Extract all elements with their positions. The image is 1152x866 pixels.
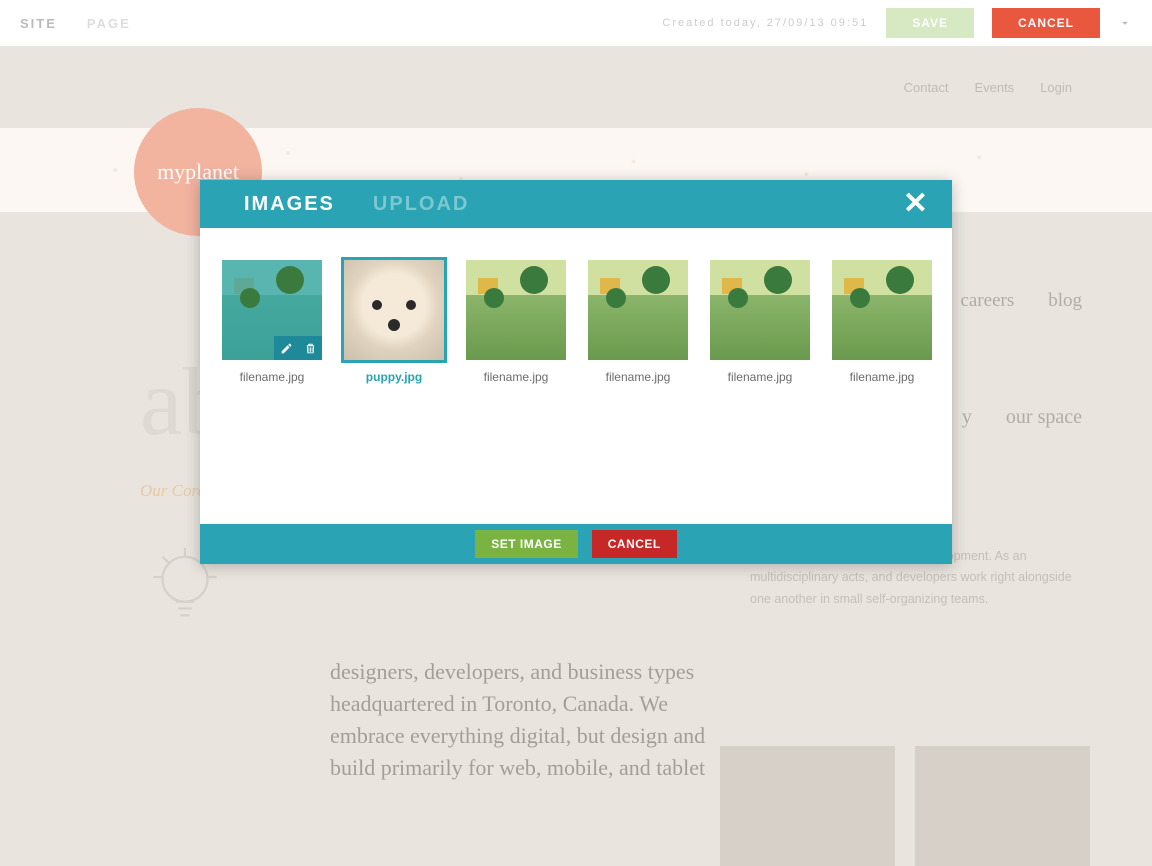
image-thumb[interactable]: filename.jpg: [222, 260, 322, 384]
image-thumb[interactable]: filename.jpg: [832, 260, 932, 384]
thumb-filename: filename.jpg: [484, 370, 549, 384]
image-picker-modal: IMAGES UPLOAD ✕ filename.jpg puppy.jpg: [200, 180, 952, 564]
edit-icon[interactable]: [274, 336, 298, 360]
tab-images[interactable]: IMAGES: [244, 193, 335, 216]
set-image-button[interactable]: SET IMAGE: [475, 530, 578, 558]
modal-cancel-button[interactable]: CANCEL: [592, 530, 677, 558]
thumb-filename: filename.jpg: [240, 370, 305, 384]
image-thumb[interactable]: filename.jpg: [710, 260, 810, 384]
modal-footer: SET IMAGE CANCEL: [200, 524, 952, 564]
image-thumb[interactable]: puppy.jpg: [344, 260, 444, 384]
thumbnail-grid: filename.jpg puppy.jpg filename.jpg file…: [200, 228, 952, 524]
modal-overlay: IMAGES UPLOAD ✕ filename.jpg puppy.jpg: [0, 0, 1152, 800]
image-thumb[interactable]: filename.jpg: [588, 260, 688, 384]
thumb-filename: puppy.jpg: [366, 370, 422, 384]
image-thumb[interactable]: filename.jpg: [466, 260, 566, 384]
trash-icon[interactable]: [298, 336, 322, 360]
modal-header: IMAGES UPLOAD ✕: [200, 180, 952, 228]
close-icon[interactable]: ✕: [903, 194, 928, 214]
thumb-filename: filename.jpg: [606, 370, 671, 384]
thumb-filename: filename.jpg: [728, 370, 793, 384]
thumb-filename: filename.jpg: [850, 370, 915, 384]
tab-upload[interactable]: UPLOAD: [373, 193, 469, 216]
